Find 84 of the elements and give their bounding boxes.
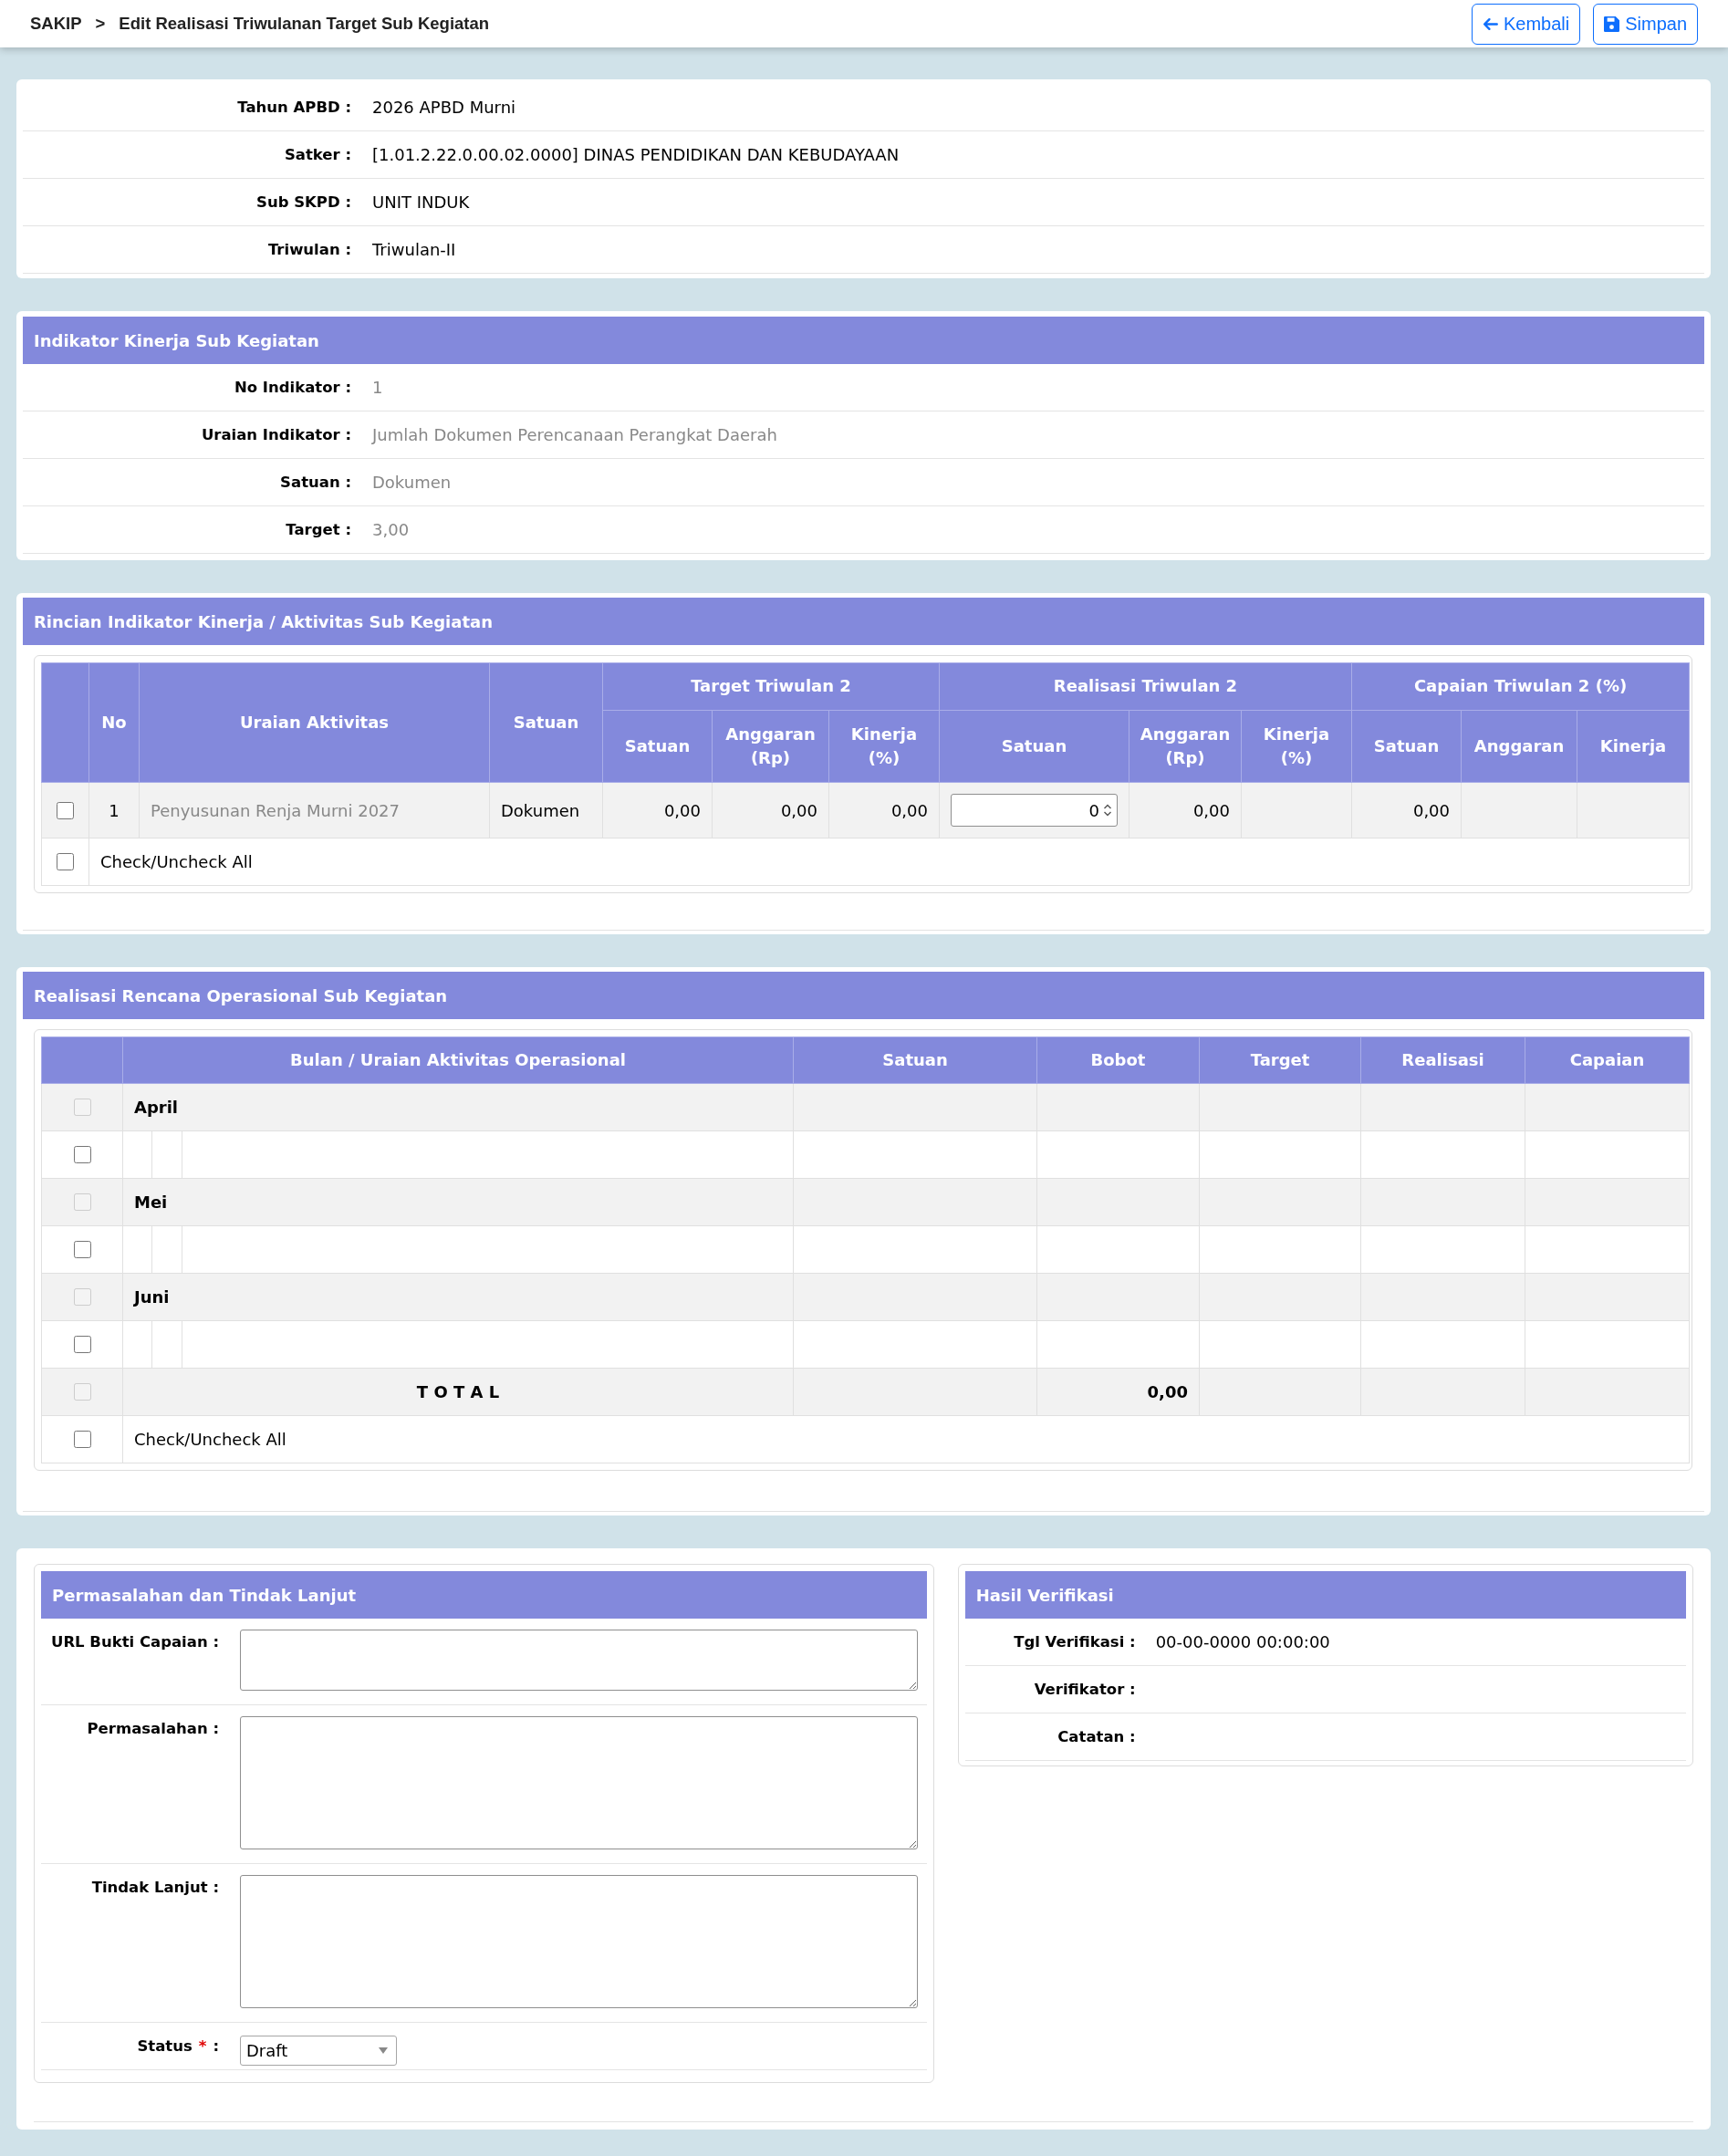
table-cell: 0,00: [602, 782, 713, 838]
spinner-icon[interactable]: [1103, 802, 1112, 818]
table-cell: Penyusunan Renja Murni 2027: [139, 782, 490, 838]
number-input[interactable]: 0: [951, 794, 1118, 827]
column-header: Capaian Triwulan 2 (%): [1351, 662, 1690, 711]
caret-icon: [379, 2047, 388, 2054]
field-label: Verifikator :: [1033, 1681, 1137, 1698]
table-cell: 0,00: [1351, 782, 1462, 838]
check-all-label: Check/Uncheck All: [88, 838, 1690, 886]
column-header: Kinerja (%): [828, 710, 940, 783]
field-label: Status: [137, 2036, 193, 2057]
table-cell: Dokumen: [489, 782, 603, 838]
section-header: Rincian Indikator Kinerja / Aktivitas Sub Kegiatan: [23, 598, 1704, 645]
checkbox[interactable]: [57, 853, 74, 870]
field-label: Triwulan :: [266, 241, 352, 258]
column-header: Realisasi: [1360, 1036, 1525, 1084]
text-area[interactable]: [240, 1630, 918, 1691]
column-header: Satuan: [489, 662, 603, 783]
section-header: Permasalahan dan Tindak Lanjut: [41, 1571, 927, 1619]
checkbox[interactable]: [73, 1336, 91, 1353]
field-label: Satker :: [283, 146, 352, 163]
column-header: Bobot: [1036, 1036, 1200, 1084]
column-header: Target Triwulan 2: [602, 662, 940, 711]
field-label: URL Bukti Capaian :: [51, 1632, 219, 1652]
checkbox[interactable]: [73, 1241, 91, 1258]
table-cell: 0,00: [1129, 782, 1242, 838]
page-title: Edit Realisasi Triwulanan Target Sub Kegiatan: [119, 14, 490, 34]
field-label: Permasalahan :: [87, 1719, 219, 1739]
field-label: Catatan :: [1057, 1728, 1137, 1745]
column-header: Anggaran (Rp): [712, 710, 829, 783]
table-cell: 0,00: [828, 782, 940, 838]
field-label: Tahun APBD :: [236, 99, 352, 116]
field-value: 1: [371, 378, 383, 397]
field-label: Tgl Verifikasi :: [1013, 1633, 1137, 1651]
field-label: Target :: [285, 521, 352, 538]
column-header: Satuan: [1351, 710, 1462, 783]
month-cell: Mei: [122, 1178, 794, 1226]
back-button[interactable]: Kembali: [1471, 3, 1581, 45]
check-all-label: Check/Uncheck All: [122, 1415, 1690, 1463]
field-label: Uraian Indikator :: [200, 426, 352, 443]
field-value: 3,00: [371, 520, 410, 539]
column-header: Uraian Aktivitas: [139, 662, 490, 783]
total-cell: 0,00: [1036, 1368, 1200, 1416]
field-label: Satuan :: [279, 474, 352, 491]
breadcrumb-separator: >: [95, 14, 106, 34]
required-mark: *: [198, 2036, 207, 2057]
column-header: Kinerja: [1577, 710, 1690, 783]
column-header: Kinerja (%): [1241, 710, 1352, 783]
month-cell: Juni: [122, 1273, 794, 1321]
field-label: No Indikator :: [233, 379, 352, 396]
field-value: 00-00-0000 00:00:00: [1154, 1632, 1330, 1651]
table-cell: 0,00: [712, 782, 829, 838]
arrow-left-icon: [1482, 16, 1498, 32]
column-header: Satuan: [939, 710, 1129, 783]
field-value: Jumlah Dokumen Perencanaan Perangkat Daerah: [370, 425, 777, 444]
checkbox[interactable]: [73, 1431, 91, 1448]
field-value: Triwulan-II: [371, 240, 456, 259]
table-cell: 1: [88, 782, 140, 838]
checkbox[interactable]: [73, 1146, 91, 1163]
section-header: Realisasi Rencana Operasional Sub Kegiatan: [23, 972, 1704, 1019]
column-header: Anggaran: [1461, 710, 1577, 783]
total-label: T O T A L: [122, 1368, 794, 1416]
section-header: Indikator Kinerja Sub Kegiatan: [23, 317, 1704, 364]
save-button[interactable]: Simpan: [1593, 3, 1698, 45]
breadcrumb-link[interactable]: SAKIP: [30, 14, 82, 34]
field-value: [1.01.2.22.0.00.02.0000] DINAS PENDIDIKAN DAN KEBUDAYAAN: [371, 145, 900, 164]
column-header: Anggaran (Rp): [1129, 710, 1242, 783]
column-header: Satuan: [793, 1036, 1037, 1084]
column-header: No: [88, 662, 140, 783]
checkbox[interactable]: [57, 801, 74, 819]
column-header: Target: [1199, 1036, 1361, 1084]
column-header: Realisasi Triwulan 2: [939, 662, 1352, 711]
label-colon: :: [213, 2036, 219, 2057]
field-label: Sub SKPD :: [255, 193, 352, 211]
month-cell: April: [122, 1083, 794, 1131]
field-label: Tindak Lanjut :: [91, 1878, 219, 1898]
field-value: UNIT INDUK: [371, 193, 470, 212]
field-value: 2026 APBD Murni: [371, 98, 516, 117]
section-header: Hasil Verifikasi: [964, 1571, 1686, 1619]
column-header: Satuan: [602, 710, 713, 783]
status-select[interactable]: Draft: [240, 2036, 397, 2066]
column-header: Bulan / Uraian Aktivitas Operasional: [122, 1036, 794, 1084]
column-header: Capaian: [1525, 1036, 1690, 1084]
field-value: Dokumen: [371, 473, 452, 492]
